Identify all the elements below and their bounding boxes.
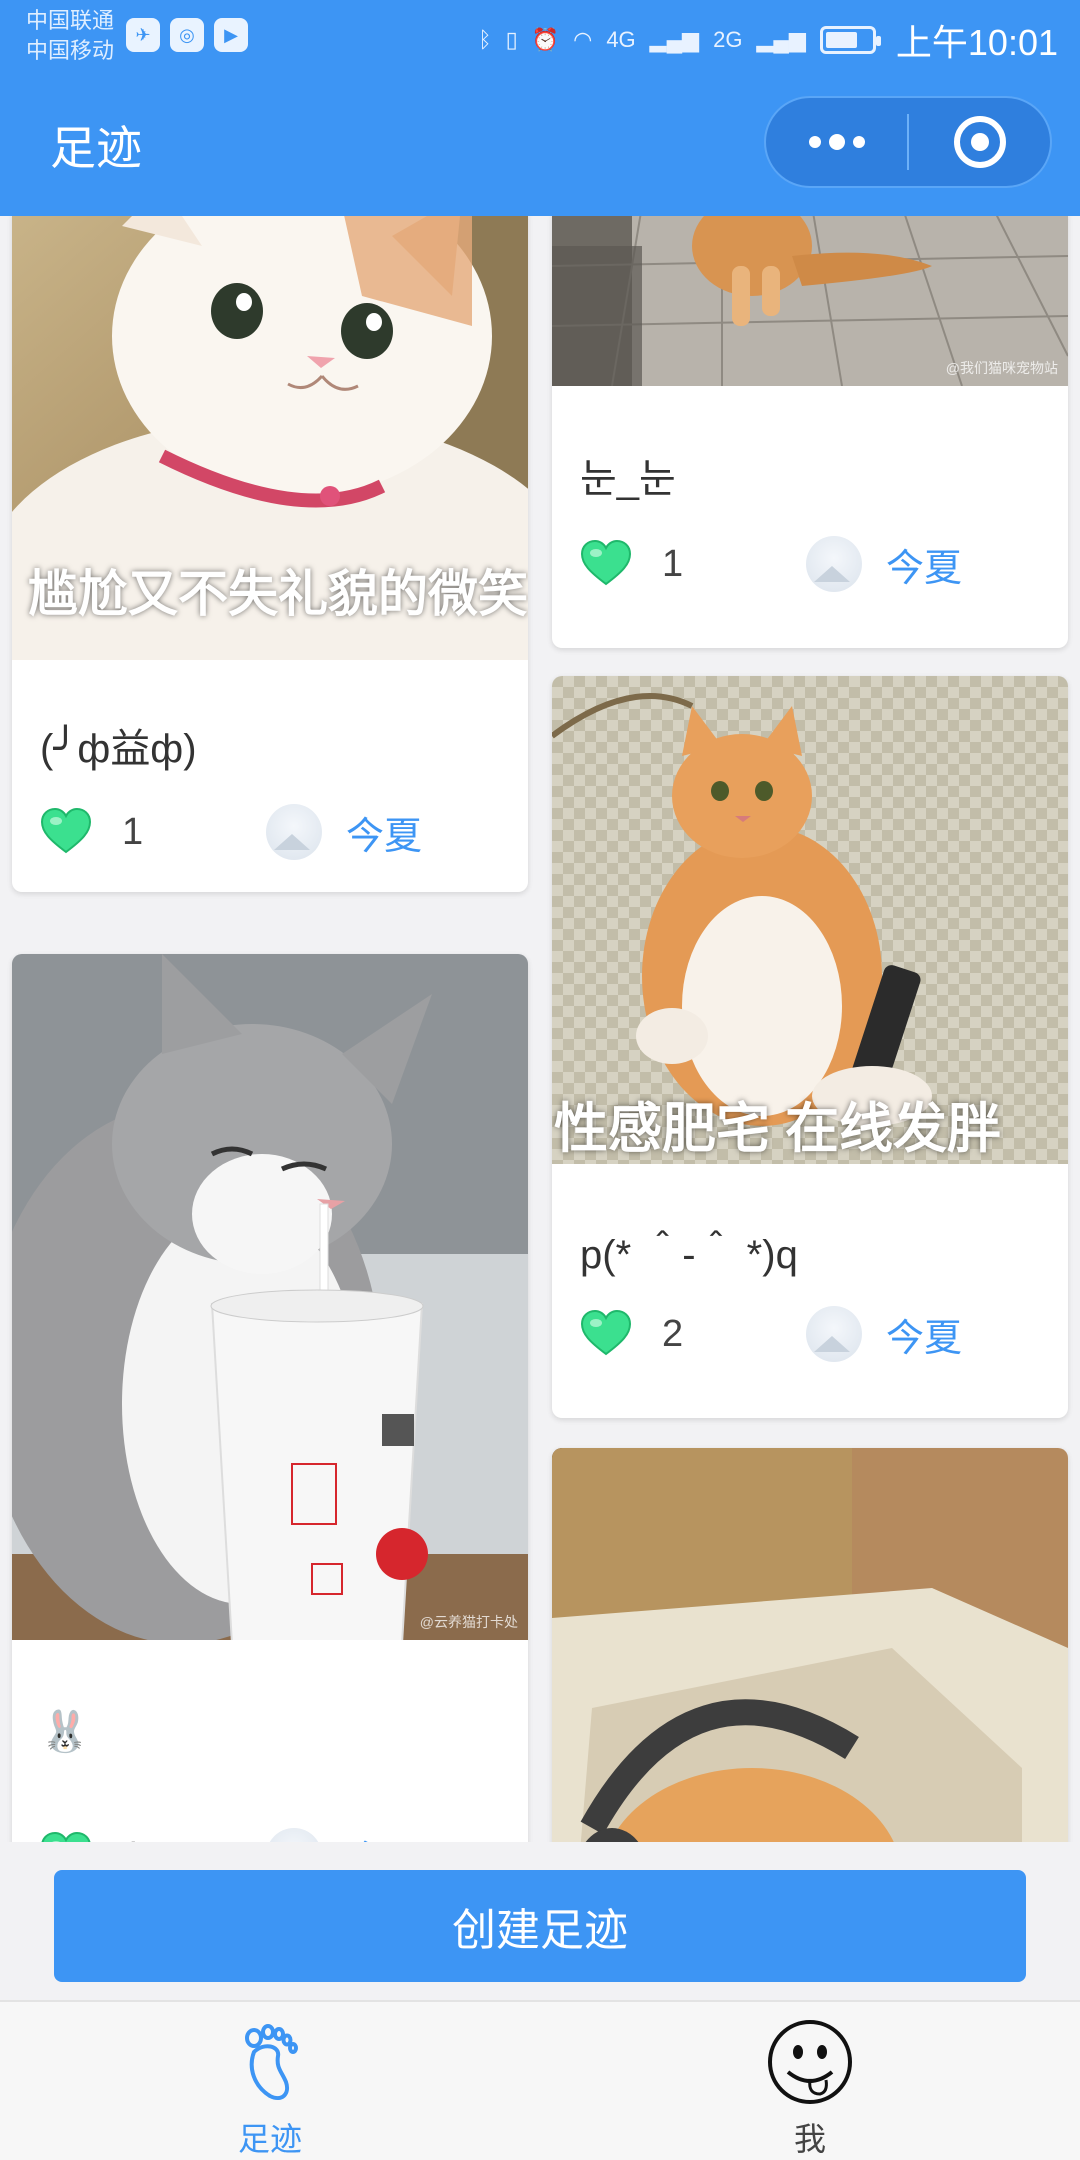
clock: 上午10:01	[895, 22, 1058, 63]
vibrate-icon: ▯	[505, 27, 518, 52]
card-meta: 1 今夏	[580, 534, 1048, 594]
circle-app-icon: ◎	[170, 18, 204, 52]
footprint-card[interactable]: 性感肥宅 在线发胖 p(* ＾-＾ *)q 2 今夏	[552, 676, 1068, 1418]
footprint-card[interactable]: 尴尬又不失礼貌的微笑 (╯ф益ф) 1 今夏	[12, 216, 528, 892]
photo-watermark: @云养猫打卡处	[419, 1614, 518, 1630]
card-meta: 2 今夏	[580, 1304, 1048, 1364]
like-heart-icon[interactable]	[40, 1830, 92, 1842]
cat-sofa-photo: 性感肥宅 在线发胖	[552, 676, 1068, 1164]
photo-overlay-text: 尴尬又不失礼貌的微笑	[28, 566, 528, 622]
tab-footprint-label: 足迹	[237, 2121, 302, 2157]
like-count: 2	[662, 1312, 684, 1355]
page-title: 足迹	[50, 122, 142, 174]
cat-smiling-photo: 尴尬又不失礼貌的微笑	[12, 216, 528, 660]
photo-watermark: @我们猫咪宠物站	[945, 360, 1058, 376]
play-app-icon: ▶	[214, 18, 248, 52]
tab-me-label: 我	[793, 2121, 826, 2157]
signal-2-icon: ▂▄▆	[756, 27, 806, 52]
photo-overlay-text: 性感肥宅 在线发胖	[554, 1099, 1002, 1159]
status-indicators: ᛒ ▯ ⏰ ◠ 4G ▂▄▆ 2G ▂▄▆ 上午10:01	[478, 14, 1058, 66]
footprint-card[interactable]: @云养猫打卡处 🐰 1 今夏	[12, 954, 528, 1842]
cat-walking-photo: @我们猫咪宠物站	[552, 216, 1068, 386]
author-avatar[interactable]	[806, 1306, 862, 1362]
card-caption: 🐰	[40, 1710, 90, 1754]
create-footprint-button[interactable]: 创建足迹	[54, 1870, 1026, 1982]
bluetooth-icon: ᛒ	[478, 27, 492, 52]
card-meta: 1 今夏	[40, 1826, 508, 1842]
close-mini-program-button[interactable]	[909, 98, 1050, 186]
author-name[interactable]: 今夏	[346, 805, 422, 860]
card-caption: p(* ＾-＾ *)q	[580, 1233, 798, 1277]
network-type-1: 4G	[606, 27, 636, 52]
author-avatar[interactable]	[266, 804, 322, 860]
cat-pillow-image	[552, 1448, 1068, 1842]
like-heart-icon[interactable]	[580, 1308, 632, 1360]
author-avatar[interactable]	[806, 536, 862, 592]
cat-drinking-image	[12, 954, 528, 1640]
tab-me[interactable]: 我	[540, 2002, 1080, 2160]
wifi-icon: ◠	[573, 27, 593, 52]
footprint-feed[interactable]: 尴尬又不失礼貌的微笑 (╯ф益ф) 1 今夏 @我们猫咪宠物站 눈_눈 1 今夏…	[0, 216, 1080, 1842]
alarm-icon: ⏰	[531, 27, 560, 52]
like-heart-icon[interactable]	[580, 538, 632, 590]
notification-icons: ✈ ◎ ▶	[126, 18, 248, 52]
target-close-icon	[953, 116, 1006, 168]
mini-program-capsule	[764, 96, 1052, 188]
card-caption: 눈_눈	[580, 457, 676, 501]
battery-fill	[825, 32, 857, 48]
carrier-1: 中国联通	[26, 8, 115, 33]
like-count: 1	[662, 542, 684, 585]
footprint-card[interactable]: @我们猫咪宠物站 눈_눈 1 今夏	[552, 216, 1068, 648]
tab-bar: 足迹 我	[0, 2000, 1080, 2160]
cat-drinking-photo: @云养猫打卡处	[12, 954, 528, 1640]
card-caption: (╯ф益ф)	[40, 727, 197, 771]
author-avatar[interactable]	[266, 1828, 322, 1842]
author-name[interactable]: 今夏	[886, 1307, 962, 1362]
battery-icon	[819, 26, 881, 54]
plane-app-icon: ✈	[126, 18, 160, 52]
author-name[interactable]: 今夏	[346, 1829, 422, 1843]
more-button[interactable]	[766, 98, 907, 186]
navigation-bar: 足迹	[0, 72, 1080, 216]
footprint-icon	[245, 2024, 298, 2101]
smiley-icon	[768, 2020, 852, 2104]
author-name[interactable]: 今夏	[886, 537, 962, 592]
tab-footprint[interactable]: 足迹	[0, 2002, 540, 2160]
more-dots-icon	[808, 134, 865, 150]
status-bar: 中国联通 中国移动 ✈ ◎ ▶ ᛒ ▯ ⏰ ◠ 4G ▂▄▆ 2G ▂▄▆ 上午…	[0, 0, 1080, 72]
like-heart-icon[interactable]	[40, 806, 92, 858]
like-count: 1	[122, 1835, 222, 1843]
like-count: 1	[122, 810, 144, 853]
carrier-info: 中国联通 中国移动	[26, 6, 114, 66]
footprint-card[interactable]	[552, 1448, 1068, 1842]
cat-pillow-photo	[552, 1448, 1068, 1842]
card-meta: 1 今夏	[40, 802, 508, 862]
carrier-2: 中国移动	[26, 38, 115, 63]
signal-1-icon: ▂▄▆	[649, 27, 700, 52]
network-type-2: 2G	[713, 27, 743, 52]
